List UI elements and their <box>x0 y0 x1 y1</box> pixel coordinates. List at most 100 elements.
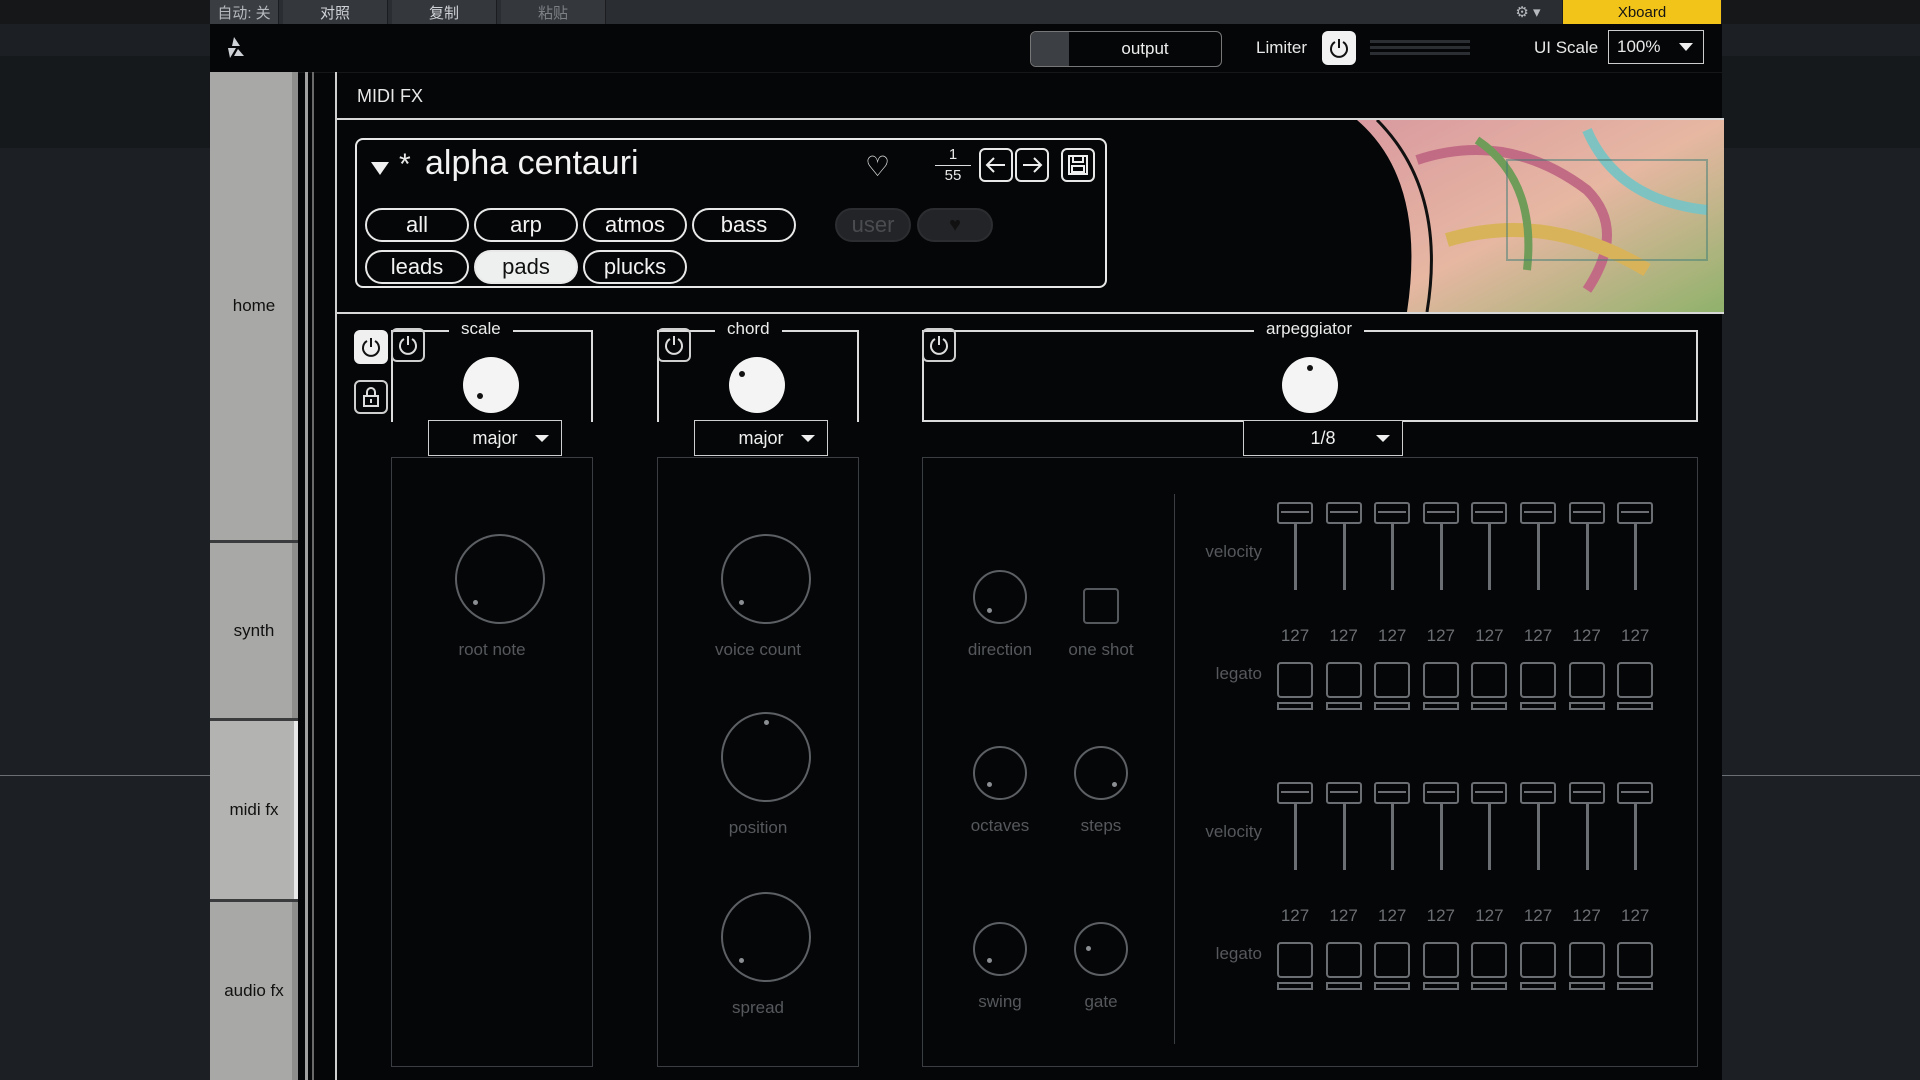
legato-toggle[interactable] <box>1568 942 1605 978</box>
lock-button[interactable] <box>354 380 388 414</box>
arpeggiator-rate-knob[interactable] <box>1282 357 1338 413</box>
velocity-slider[interactable] <box>1277 502 1313 592</box>
power-icon <box>362 338 380 357</box>
preset-name[interactable]: alpha centauri <box>425 144 639 183</box>
legato-toggle[interactable] <box>1471 662 1508 698</box>
chord-knob[interactable] <box>729 357 785 413</box>
direction-knob[interactable] <box>973 570 1027 624</box>
velocity-value: 127 <box>1329 626 1358 645</box>
legato-toggle[interactable] <box>1520 942 1556 978</box>
legato-indicator <box>1277 702 1313 710</box>
legato-toggle[interactable] <box>1277 942 1313 978</box>
power-icon <box>399 336 417 355</box>
scale-knob[interactable] <box>463 357 519 413</box>
sidebar-item-midi-fx[interactable]: midi fx <box>210 721 298 902</box>
legato-toggle[interactable] <box>1325 662 1362 698</box>
legato-toggle[interactable] <box>1325 942 1362 978</box>
category-bass[interactable]: bass <box>692 208 796 242</box>
category-atmos[interactable]: atmos <box>583 208 687 242</box>
velocity-value: 127 <box>1378 906 1407 925</box>
chevron-down-icon <box>1376 435 1390 442</box>
velocity-slider[interactable] <box>1617 782 1654 872</box>
xboard-button[interactable]: Xboard <box>1563 0 1722 24</box>
settings-gear-icon[interactable]: ⚙ ▾ <box>1494 0 1563 24</box>
legato-toggle[interactable] <box>1568 662 1605 698</box>
modified-marker: * <box>399 148 411 181</box>
one-shot-checkbox[interactable] <box>1083 588 1119 624</box>
velocity-slider[interactable] <box>1471 502 1508 592</box>
velocity-slider[interactable] <box>1374 782 1411 872</box>
arpeggiator-rate-select[interactable]: 1/8 <box>1243 420 1403 456</box>
heart-icon[interactable]: ♡ <box>865 150 890 183</box>
steps-knob[interactable] <box>1074 746 1128 800</box>
velocity-slider[interactable] <box>1568 782 1605 872</box>
velocity-slider[interactable] <box>1568 502 1605 592</box>
save-preset-button[interactable] <box>1061 148 1095 182</box>
next-preset-button[interactable] <box>1015 148 1049 182</box>
sidebar-item-label: synth <box>233 620 275 640</box>
favorites-filter-heart-icon[interactable]: ♥ <box>917 208 993 242</box>
root-note-knob[interactable] <box>455 534 545 624</box>
sidebar-item-audio-fx[interactable]: audio fx <box>210 902 298 1080</box>
chevron-down-icon <box>1679 43 1693 51</box>
legato-toggle[interactable] <box>1374 662 1411 698</box>
velocity-slider[interactable] <box>1617 502 1654 592</box>
legato-toggle[interactable] <box>1422 942 1459 978</box>
global-power-button[interactable] <box>354 330 388 364</box>
category-pads[interactable]: pads <box>474 250 578 284</box>
position-knob[interactable] <box>721 712 811 802</box>
chord-power-button[interactable] <box>657 328 691 362</box>
power-icon <box>930 336 948 355</box>
scale-mode-select[interactable]: major <box>428 420 562 456</box>
uiscale-select[interactable]: 100% <box>1608 30 1704 64</box>
compare-button[interactable]: 对照 <box>283 0 388 24</box>
user-filter[interactable]: user <box>835 208 911 242</box>
velocity-slider[interactable] <box>1422 502 1459 592</box>
legato-toggle[interactable] <box>1520 662 1556 698</box>
spread-knob[interactable] <box>721 892 811 982</box>
swing-knob[interactable] <box>973 922 1027 976</box>
steps-label: steps <box>1080 816 1122 835</box>
legato-label: legato <box>1215 944 1262 963</box>
velocity-value: 127 <box>1572 906 1601 925</box>
uiscale-value: 100% <box>1617 37 1661 56</box>
legato-toggle[interactable] <box>1374 942 1411 978</box>
legato-toggle[interactable] <box>1277 662 1313 698</box>
limiter-power-button[interactable] <box>1322 31 1356 65</box>
legato-toggle[interactable] <box>1471 942 1508 978</box>
host-toolbar: 自动: 关 对照 复制 粘贴 ⚙ ▾ Xboard <box>210 0 1722 24</box>
category-arp[interactable]: arp <box>474 208 578 242</box>
velocity-value: 127 <box>1621 906 1650 925</box>
velocity-slider[interactable] <box>1325 782 1362 872</box>
category-leads[interactable]: leads <box>365 250 469 284</box>
prev-preset-button[interactable] <box>979 148 1013 182</box>
preset-artwork <box>1287 120 1724 312</box>
velocity-slider[interactable] <box>1374 502 1411 592</box>
preset-menu-triangle-icon[interactable] <box>371 162 389 175</box>
legato-toggle[interactable] <box>1422 662 1459 698</box>
velocity-slider[interactable] <box>1422 782 1459 872</box>
scale-power-button[interactable] <box>391 328 425 362</box>
automation-toggle[interactable]: 自动: 关 <box>210 0 279 24</box>
copy-button[interactable]: 复制 <box>392 0 497 24</box>
velocity-slider[interactable] <box>1520 502 1556 592</box>
velocity-slider[interactable] <box>1520 782 1556 872</box>
legato-toggle[interactable] <box>1617 942 1654 978</box>
chord-mode-select[interactable]: major <box>694 420 828 456</box>
sidebar-item-home[interactable]: home <box>210 72 298 543</box>
legato-indicator <box>1520 702 1556 710</box>
sidebar-item-synth[interactable]: synth <box>210 543 298 721</box>
arpeggiator-power-button[interactable] <box>922 328 956 362</box>
velocity-slider[interactable] <box>1471 782 1508 872</box>
category-plucks[interactable]: plucks <box>583 250 687 284</box>
legato-indicator <box>1568 982 1605 990</box>
gate-knob[interactable] <box>1074 922 1128 976</box>
velocity-slider[interactable] <box>1325 502 1362 592</box>
output-meter[interactable]: output <box>1030 31 1222 67</box>
category-all[interactable]: all <box>365 208 469 242</box>
octaves-knob[interactable] <box>973 746 1027 800</box>
voice-count-knob[interactable] <box>721 534 811 624</box>
velocity-slider[interactable] <box>1277 782 1313 872</box>
paste-button[interactable]: 粘贴 <box>501 0 606 24</box>
legato-toggle[interactable] <box>1617 662 1654 698</box>
